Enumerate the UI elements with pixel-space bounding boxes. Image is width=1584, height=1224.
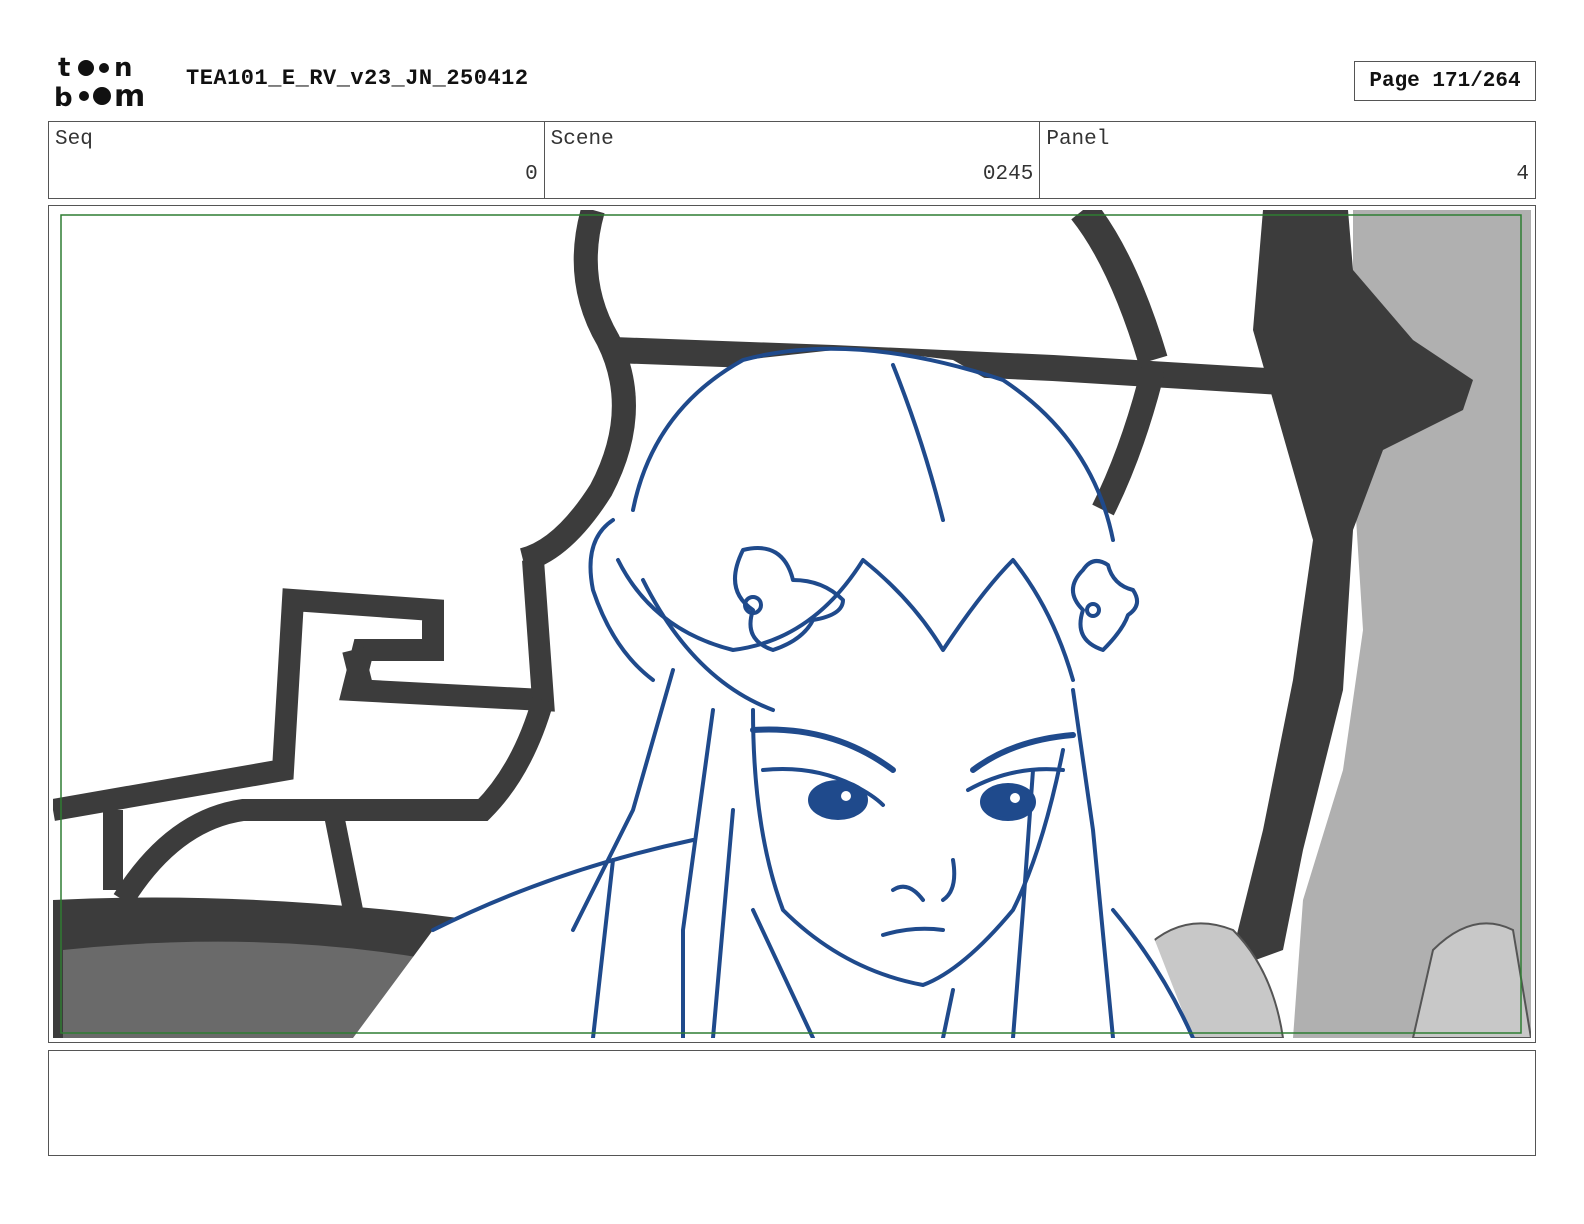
document-title: TEA101_E_RV_v23_JN_250412 (186, 66, 529, 91)
scene-label: Scene (550, 128, 614, 151)
page-indicator: Page 171/264 (1354, 61, 1536, 101)
svg-text:t: t (58, 53, 70, 83)
svg-text:b: b (54, 83, 73, 110)
scene-cell: Scene 0245 (545, 122, 1041, 198)
panel-label: Panel (1046, 128, 1110, 151)
toon-boom-logo: t n b m (54, 53, 145, 110)
panel-notes-box (48, 1050, 1536, 1156)
shot-info-row: Seq 0 Scene 0245 Panel 4 (48, 121, 1536, 199)
seq-cell: Seq 0 (49, 122, 545, 198)
seq-value: 0 (525, 163, 538, 186)
svg-text:m: m (114, 79, 145, 110)
panel-sketch (53, 210, 1531, 1038)
scene-value: 0245 (982, 163, 1034, 186)
panel-cell: Panel 4 (1040, 122, 1535, 198)
panel-value: 4 (1516, 163, 1530, 186)
storyboard-panel (48, 205, 1536, 1043)
seq-label: Seq (55, 128, 93, 151)
